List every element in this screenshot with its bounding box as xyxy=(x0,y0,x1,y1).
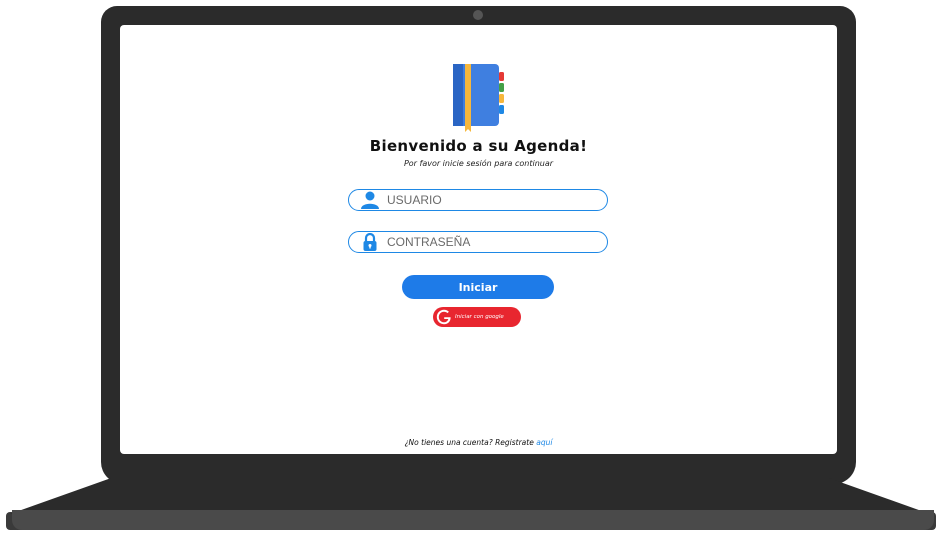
google-icon xyxy=(434,307,454,327)
password-field[interactable] xyxy=(348,231,608,253)
google-login-label: Iniciar con google xyxy=(455,314,504,320)
camera-icon xyxy=(473,10,483,20)
user-icon xyxy=(359,191,381,209)
laptop-keyboard-deck xyxy=(10,478,930,514)
register-link[interactable]: aquí xyxy=(536,438,552,447)
laptop-base xyxy=(12,510,934,530)
register-prompt-text: ¿No tienes una cuenta? Registrate xyxy=(404,438,537,447)
google-login-button[interactable]: Iniciar con google xyxy=(433,307,521,327)
page-title: Bienvenido a su Agenda! xyxy=(369,137,588,155)
password-input[interactable] xyxy=(387,233,587,251)
username-field[interactable] xyxy=(348,189,608,211)
page-subtitle: Por favor inicie sesión para continuar xyxy=(403,159,554,168)
notebook-icon xyxy=(453,64,504,132)
laptop-screen: Bienvenido a su Agenda! Por favor inicie… xyxy=(120,25,837,454)
lock-icon xyxy=(359,233,381,251)
register-prompt: ¿No tienes una cuenta? Registrate aquí xyxy=(120,438,837,447)
username-input[interactable] xyxy=(387,191,587,209)
login-button[interactable]: Iniciar xyxy=(402,275,554,299)
